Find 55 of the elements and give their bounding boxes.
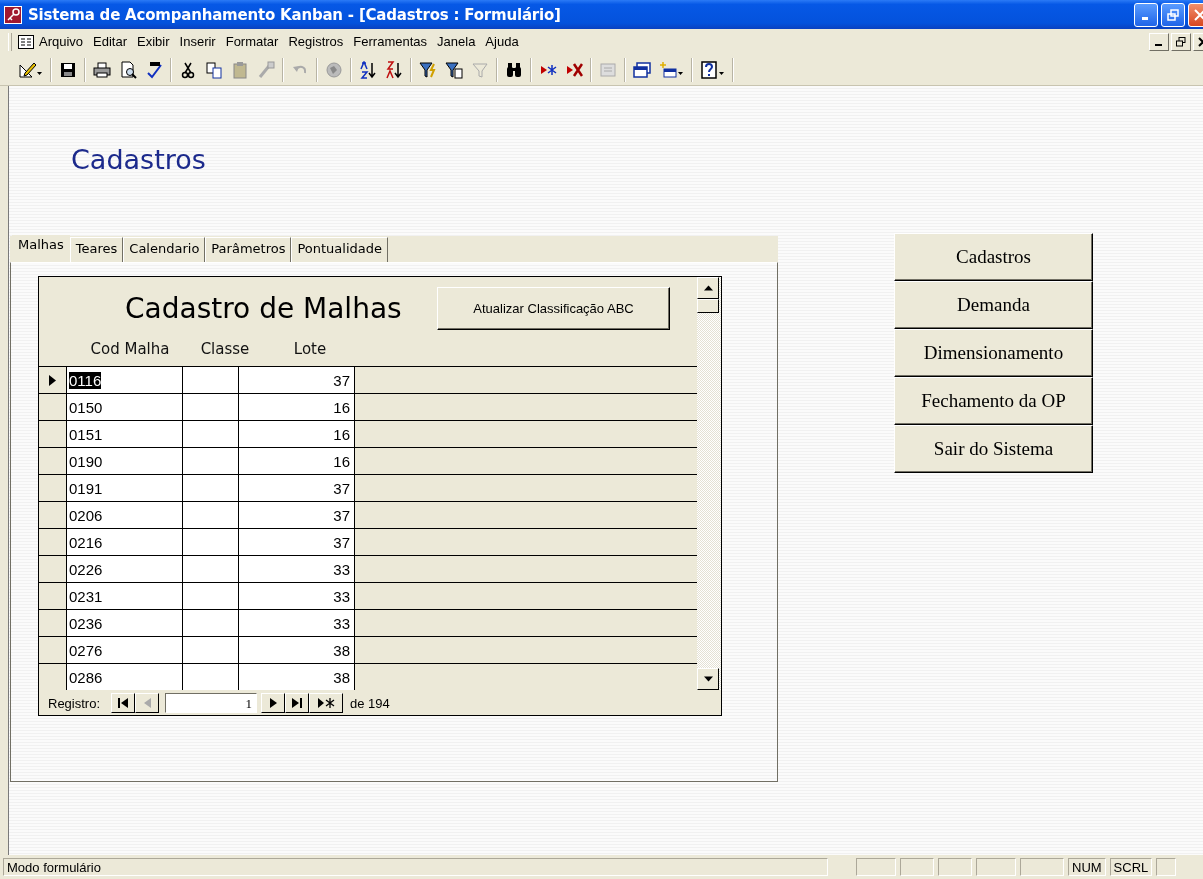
table-cell[interactable]: 37: [239, 529, 355, 555]
menu-item[interactable]: Janela: [432, 32, 481, 51]
column-header: Cod Malha: [89, 340, 171, 358]
table-cell[interactable]: 38: [239, 664, 355, 690]
table-cell[interactable]: 0151: [67, 421, 183, 447]
table-cell[interactable]: 0286: [67, 664, 183, 690]
update-classification-button[interactable]: Atualizar Classificação ABC: [437, 287, 670, 330]
column-header: Classe: [199, 340, 251, 358]
table-cell[interactable]: 0150: [67, 394, 183, 420]
table-cell[interactable]: 0191: [67, 475, 183, 501]
table-cell[interactable]: 0116: [67, 367, 183, 393]
table-cell[interactable]: 16: [239, 394, 355, 420]
table-cell[interactable]: 37: [239, 367, 355, 393]
table-cell[interactable]: 16: [239, 421, 355, 447]
tab[interactable]: Calendario: [123, 237, 206, 262]
tab[interactable]: Teares: [69, 237, 124, 262]
menu-item[interactable]: Registros: [283, 32, 349, 51]
form-heading: Cadastros: [71, 144, 207, 177]
menu-item[interactable]: Ferramentas: [348, 32, 433, 51]
table-cell[interactable]: 0236: [67, 610, 183, 636]
menu-button[interactable]: Demanda: [894, 281, 1093, 329]
table-cell[interactable]: 33: [239, 583, 355, 609]
table-cell[interactable]: 37: [239, 475, 355, 501]
menu-item[interactable]: Inserir: [174, 32, 221, 51]
menu-button[interactable]: Sair do Sistema: [894, 425, 1093, 473]
table-cell[interactable]: 33: [239, 556, 355, 582]
window-title: Sistema de Acompanhamento Kanban - [Cadastros : Formulário]: [28, 5, 562, 24]
table-cell[interactable]: 0226: [67, 556, 183, 582]
record-label: Registro:: [48, 695, 101, 711]
menu-item[interactable]: Ajuda: [480, 32, 524, 51]
table-cell[interactable]: 0231: [67, 583, 183, 609]
record-count: de 194: [350, 695, 390, 711]
status-indicator: SCRL: [1109, 858, 1153, 876]
tab[interactable]: Parâmetros: [205, 237, 292, 262]
tab[interactable]: Pontualidade: [291, 237, 388, 262]
table-cell[interactable]: 0276: [67, 637, 183, 663]
status-text: Modo formulário: [3, 858, 828, 876]
table-cell[interactable]: 0216: [67, 529, 183, 555]
table-cell[interactable]: 0190: [67, 448, 183, 474]
menu-button[interactable]: Dimensionamento: [894, 329, 1093, 377]
menu-button[interactable]: Cadastros: [894, 233, 1093, 281]
subform-title: Cadastro de Malhas: [125, 292, 403, 325]
table-cell[interactable]: 0206: [67, 502, 183, 528]
status-indicator: NUM: [1068, 858, 1106, 876]
menu-button[interactable]: Fechamento da OP: [894, 377, 1093, 425]
menu-item[interactable]: Formatar: [220, 32, 284, 51]
column-header: Lote: [292, 340, 328, 358]
menu-item[interactable]: Arquivo: [34, 32, 89, 51]
table-cell[interactable]: 37: [239, 502, 355, 528]
menu-item[interactable]: Exibir: [132, 32, 175, 51]
record-number-field[interactable]: 1: [165, 693, 258, 713]
table-cell[interactable]: 16: [239, 448, 355, 474]
table-cell[interactable]: 38: [239, 637, 355, 663]
menu-item[interactable]: Editar: [88, 32, 133, 51]
table-cell[interactable]: 33: [239, 610, 355, 636]
